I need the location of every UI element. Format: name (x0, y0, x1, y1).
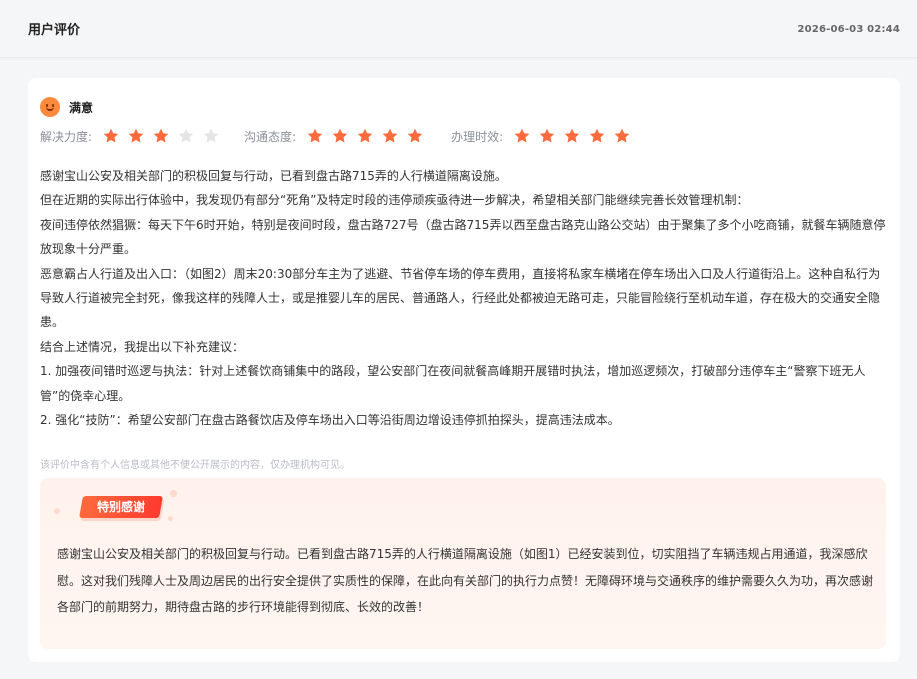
score-breakdown: 解决力度: 沟通态度: 办理时效: (40, 126, 638, 146)
star-filled-icon (307, 128, 323, 143)
review-paragraph: 2. 强化“技防”：希望公安部门在盘古路餐饮店及停车场出入口等沿街周边增设违停抓… (40, 413, 620, 428)
star-filled-icon (614, 128, 630, 143)
score-resolution: 解决力度: (40, 127, 227, 145)
page-header: 用户评价 2026-06-03 02:44 (0, 0, 917, 58)
review-paragraph: 1. 加强夜间错时巡逻与执法：针对上述餐饮商铺集中的路段，望公安部门在夜间就餐高… (40, 364, 866, 403)
special-thanks-text: 感谢宝山公安及相关部门的积极回复与行动。已看到盘古路715弄的人行横道隔离设施（… (57, 547, 874, 614)
score-communication: 沟通态度: (244, 127, 431, 145)
review-timestamp: 2026-06-03 02:44 (797, 24, 900, 35)
star-filled-icon (128, 128, 144, 143)
overall-rating: 满意 (40, 96, 93, 118)
review-paragraph: 结合上述情况，我提出以下补充建议： (40, 339, 245, 354)
score-label: 解决力度: (40, 129, 93, 144)
review-paragraph: 感谢宝山公安及相关部门的积极回复与行动，已看到盘古路715弄的人行横道隔离设施。 (40, 169, 507, 183)
review-paragraph: 但在近期的实际出行体验中，我发现仍有部分“死角”及特定时段的违停顽疾亟待进一步解… (40, 193, 749, 208)
special-thanks-badge: 特别感谢 (79, 496, 163, 518)
score-timeliness: 办理时效: (451, 127, 638, 145)
star-filled-icon (332, 128, 348, 143)
star-rating (306, 127, 431, 145)
star-filled-icon (103, 128, 119, 143)
star-empty-icon (178, 128, 194, 143)
star-filled-icon (407, 128, 423, 143)
decor-bubble (168, 516, 173, 521)
overall-rating-label: 满意 (69, 100, 94, 115)
special-thanks-badge-label: 特别感谢 (96, 500, 145, 514)
decor-bubble (170, 490, 177, 497)
star-rating (102, 127, 227, 145)
star-filled-icon (564, 128, 580, 143)
page-title: 用户评价 (28, 23, 81, 38)
star-rating (513, 127, 638, 145)
star-filled-icon (357, 128, 373, 143)
star-filled-icon (539, 128, 555, 143)
privacy-note: 该评价中含有个人信息或其他不便公开展示的内容，仅办理机构可见。 (40, 460, 350, 471)
decor-bubble (54, 508, 60, 514)
score-label: 沟通态度: (244, 129, 297, 144)
review-content: 感谢宝山公安及相关部门的积极回复与行动，已看到盘古路715弄的人行横道隔离设施。… (40, 164, 890, 432)
special-thanks-panel: 特别感谢 感谢宝山公安及相关部门的积极回复与行动。已看到盘古路715弄的人行横道… (40, 478, 886, 649)
review-card: 满意 解决力度: 沟通态度: 办理时效: 感谢宝山公安及相关部门的积极回复与行动… (28, 78, 900, 662)
star-filled-icon (589, 128, 605, 143)
review-paragraph: 夜间违停依然猖獗：每天下午6时开始，特别是夜间时段，盘古路727号（盘古路715… (40, 217, 886, 257)
smiley-face-icon (40, 97, 60, 117)
star-filled-icon (514, 128, 530, 143)
star-empty-icon (203, 128, 219, 143)
star-filled-icon (153, 128, 169, 143)
score-label: 办理时效: (451, 129, 504, 144)
review-paragraph: 恶意霸占人行道及出入口：（如图2）周末20:30部分车主为了逃避、节省停车场的停… (40, 266, 881, 330)
star-filled-icon (382, 128, 398, 143)
